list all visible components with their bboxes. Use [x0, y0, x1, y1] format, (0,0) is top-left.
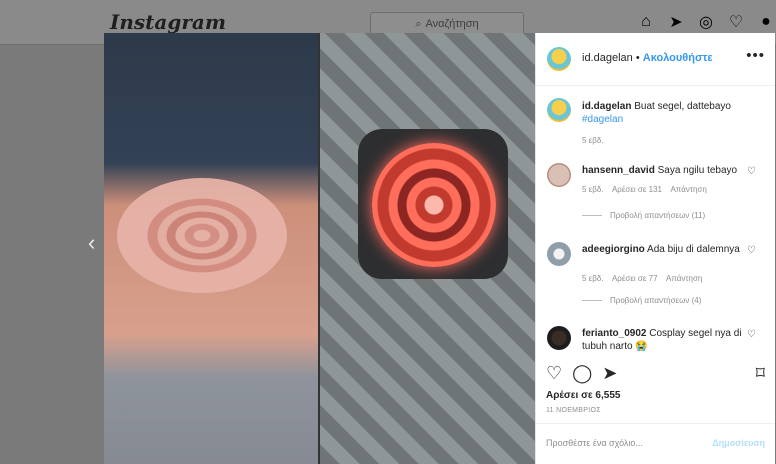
caption-body: Buat segel, dattebayo — [634, 101, 731, 112]
post-actions: ♡ ◯ ➤ — [546, 363, 617, 384]
comment-1-like-icon[interactable]: ♡ — [747, 166, 756, 177]
author-username[interactable]: id.dagelan — [582, 52, 633, 64]
comment-2-username[interactable]: adeegiorgino — [582, 244, 645, 255]
comment-divider — [536, 423, 775, 424]
author-avatar[interactable] — [547, 47, 571, 71]
comment-1-reply-button[interactable]: Απάντηση — [670, 185, 706, 194]
comment-1-avatar[interactable] — [547, 163, 571, 187]
comments-list: id.dagelan Buat segel, dattebayo #dagela… — [536, 86, 775, 358]
search-placeholder: Αναζήτηση — [425, 18, 479, 30]
like-count[interactable]: Αρέσει σε 6,555 — [546, 390, 620, 401]
comment-2-body: Ada biju di dalemnya — [647, 244, 740, 255]
comment-2-text: adeegiorgino Ada biju di dalemnya — [582, 243, 742, 256]
post-side-panel: id.dagelan • Ακολουθήστε ••• id.dagelan … — [535, 33, 775, 464]
comment-input[interactable]: Προσθέστε ένα σχόλιο... — [546, 438, 643, 448]
comment-1-meta: 5 εβδ. Αρέσει σε 131 Απάντηση — [582, 185, 707, 194]
author-line: id.dagelan • Ακολουθήστε — [582, 52, 713, 64]
comment-2-avatar[interactable] — [547, 242, 571, 266]
post-date: 11 ΝΟΕΜΒΡΙΟΣ — [546, 407, 601, 414]
profile-icon[interactable]: ● — [756, 12, 776, 32]
follow-button[interactable]: Ακολουθήστε — [643, 52, 713, 64]
direct-icon[interactable]: ➤ — [666, 12, 686, 32]
post-header: id.dagelan • Ακολουθήστε ••• — [536, 33, 775, 86]
comment-1-like-count[interactable]: Αρέσει σε 131 — [612, 185, 662, 194]
comment-2-reply-button[interactable]: Απάντηση — [666, 274, 702, 283]
post-image — [104, 33, 535, 464]
comment-2-like-count[interactable]: Αρέσει σε 77 — [612, 274, 658, 283]
comment-2-meta: 5 εβδ. Αρέσει σε 77 Απάντηση — [582, 274, 702, 283]
comment-1-time: 5 εβδ. — [582, 185, 604, 194]
instagram-logo[interactable]: Instagram — [110, 10, 226, 34]
comment-1-body: Saya ngilu tebayo — [657, 165, 738, 176]
back-photo — [104, 33, 318, 464]
caption-text: id.dagelan Buat segel, dattebayo #dagela… — [582, 100, 742, 126]
spiral-scar — [117, 178, 287, 293]
caption-time: 5 εβδ. — [582, 136, 604, 145]
comment-icon[interactable]: ◯ — [572, 363, 592, 384]
share-icon[interactable]: ➤ — [602, 363, 617, 384]
comment-3-username[interactable]: ferianto_0902 — [582, 328, 646, 339]
nav-icons: ⌂ ➤ ◎ ♡ ● — [636, 12, 776, 32]
stove-photo — [320, 33, 535, 464]
comment-2-time: 5 εβδ. — [582, 274, 604, 283]
search-icon: ⌕ — [415, 17, 422, 30]
comment-3-text: ferianto_0902 Cosplay segel nya di tubuh… — [582, 327, 742, 353]
activity-icon[interactable]: ♡ — [726, 12, 746, 32]
caption-hashtag[interactable]: #dagelan — [582, 114, 623, 125]
previous-post-arrow-icon[interactable]: ‹ — [88, 230, 95, 256]
post-comment-button[interactable]: Δημοσίευση — [712, 438, 765, 448]
comment-3-avatar[interactable] — [547, 326, 571, 350]
bookmark-icon[interactable]: ⌑ — [756, 363, 765, 384]
comment-1-view-replies[interactable]: Προβολή απαντήσεων (11) — [582, 211, 705, 220]
more-options-icon[interactable]: ••• — [746, 47, 765, 64]
comment-2-view-replies[interactable]: Προβολή απαντήσεων (4) — [582, 296, 701, 305]
comment-1-text: hansenn_david Saya ngilu tebayo — [582, 164, 742, 177]
comment-2-like-icon[interactable]: ♡ — [747, 245, 756, 256]
separator-dot: • — [635, 52, 643, 64]
caption-avatar[interactable] — [547, 98, 571, 122]
home-icon[interactable]: ⌂ — [636, 12, 656, 32]
like-icon[interactable]: ♡ — [546, 363, 562, 384]
explore-icon[interactable]: ◎ — [696, 12, 716, 32]
comment-3-like-icon[interactable]: ♡ — [747, 329, 756, 340]
comment-1-username[interactable]: hansenn_david — [582, 165, 655, 176]
stove-coil — [372, 143, 496, 267]
caption-username[interactable]: id.dagelan — [582, 101, 631, 112]
